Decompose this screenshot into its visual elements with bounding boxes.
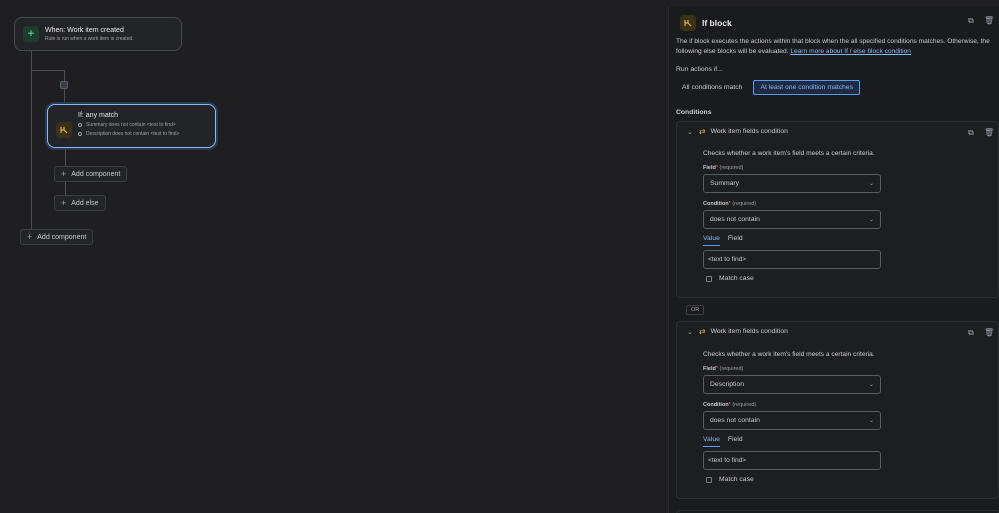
condition-required: (required): [732, 201, 757, 207]
value-tabs: Value Field: [703, 235, 998, 246]
if-card-condition-text: Description does not contain <text to fi…: [86, 131, 180, 137]
plus-icon: +: [61, 198, 67, 208]
outer-add-component-label: Add component: [37, 233, 87, 241]
condition-select-value: does not contain: [710, 417, 760, 424]
all-conditions-option[interactable]: All conditions match: [676, 80, 748, 95]
plus-icon: +: [23, 26, 39, 42]
value-input-text: <text to find>: [708, 457, 747, 464]
or-separator: OR: [686, 305, 705, 315]
trash-icon[interactable]: 🗑: [984, 17, 994, 25]
inner-add-component-button[interactable]: + Add component: [54, 166, 128, 182]
if-card-title: If: any match: [78, 112, 119, 119]
value-input[interactable]: <text to find>: [703, 451, 881, 470]
chevron-down-icon: ⌄: [868, 418, 874, 424]
if-block-card[interactable]: If: any match Summary does not contain <…: [47, 104, 216, 148]
run-actions-toggle: All conditions match At least one condit…: [676, 80, 861, 95]
plus-icon: +: [61, 169, 67, 179]
branch-icon: [680, 15, 696, 31]
condition-label-text: Condition: [703, 402, 729, 408]
connector-line: [31, 51, 32, 236]
match-case-row: Match case: [703, 275, 998, 282]
if-card-condition: Summary does not contain <text to find>: [78, 122, 179, 128]
trash-icon[interactable]: 🗑: [984, 129, 994, 137]
learn-more-link[interactable]: Learn more about If / else block conditi…: [790, 48, 911, 55]
field-select-value: Summary: [710, 180, 740, 187]
value-input[interactable]: <text to find>: [703, 250, 881, 269]
field-label-text: Field: [703, 165, 716, 171]
condition-name: Work item fields condition: [710, 328, 788, 335]
trigger-card[interactable]: + When: Work item created Rule is run wh…: [14, 17, 182, 51]
panel-description: The if block executes the actions within…: [676, 37, 994, 56]
field-required: (required): [719, 366, 744, 372]
chevron-down-icon[interactable]: ⌄: [687, 128, 693, 136]
chevron-down-icon: ⌄: [868, 382, 874, 388]
chevron-down-icon: ⌄: [868, 217, 874, 223]
field-select[interactable]: Description ⌄: [703, 375, 881, 394]
tab-field[interactable]: Field: [728, 235, 743, 246]
trash-icon[interactable]: 🗑: [984, 329, 994, 337]
tab-value[interactable]: Value: [703, 436, 720, 447]
branch-icon: [56, 122, 72, 138]
match-case-label: Match case: [719, 476, 754, 483]
inner-add-component-label: Add component: [71, 170, 121, 178]
chevron-down-icon[interactable]: ⌄: [687, 328, 693, 336]
duplicate-icon[interactable]: ⧉: [968, 129, 976, 137]
any-condition-option[interactable]: At least one condition matches: [753, 80, 861, 95]
swap-icon: ⇄: [698, 327, 706, 336]
rule-canvas: + When: Work item created Rule is run wh…: [0, 0, 668, 513]
panel-header: If block: [680, 15, 732, 31]
connector-line: [31, 70, 65, 71]
conditions-heading: Conditions: [676, 109, 712, 116]
duplicate-icon[interactable]: ⧉: [968, 329, 976, 337]
condition-label: Condition* (required): [703, 402, 757, 408]
condition-name: Work item fields condition: [710, 128, 788, 135]
plus-icon: +: [27, 232, 33, 242]
match-case-label: Match case: [719, 275, 754, 282]
if-card-condition: Description does not contain <text to fi…: [78, 131, 179, 137]
field-select-value: Description: [710, 381, 744, 388]
condition-select[interactable]: does not contain ⌄: [703, 210, 881, 229]
connector-joint[interactable]: [60, 81, 68, 89]
trigger-subtitle: Rule is run when a work item is created.: [45, 35, 134, 42]
add-else-button[interactable]: + Add else: [54, 195, 106, 211]
add-else-label: Add else: [71, 199, 99, 207]
chevron-down-icon: ⌄: [868, 181, 874, 187]
tab-value[interactable]: Value: [703, 235, 720, 246]
duplicate-icon[interactable]: ⧉: [968, 17, 976, 25]
panel-title: If block: [702, 18, 732, 28]
field-select[interactable]: Summary ⌄: [703, 174, 881, 193]
tab-field[interactable]: Field: [728, 436, 743, 447]
match-case-checkbox[interactable]: [706, 275, 712, 282]
field-label: Field* (required): [703, 165, 744, 171]
run-actions-label: Run actions if...: [676, 66, 723, 73]
field-label-text: Field: [703, 366, 716, 372]
condition-select-value: does not contain: [710, 216, 760, 223]
condition-card: ⌄ ⇄ Work item fields condition ⧉ 🗑 Check…: [676, 321, 999, 499]
condition-label: Condition* (required): [703, 201, 757, 207]
swap-icon: ⇄: [698, 127, 706, 136]
value-tabs: Value Field: [703, 436, 998, 447]
condition-label-text: Condition: [703, 201, 729, 207]
if-card-condition-text: Summary does not contain <text to find>: [86, 122, 176, 128]
condition-required: (required): [732, 402, 757, 408]
match-case-checkbox[interactable]: [706, 476, 712, 483]
condition-select[interactable]: does not contain ⌄: [703, 411, 881, 430]
field-required: (required): [719, 165, 744, 171]
match-case-row: Match case: [703, 476, 998, 483]
if-block-panel: If block ⧉ 🗑 The if block executes the a…: [668, 7, 999, 513]
field-label: Field* (required): [703, 366, 744, 372]
value-input-text: <text to find>: [708, 256, 747, 263]
trigger-title: When: Work item created: [45, 26, 124, 34]
condition-description: Checks whether a work item's field meets…: [703, 150, 875, 157]
condition-card: ⌄ ⇄ Work item fields condition ⧉ 🗑 Check…: [676, 121, 999, 298]
outer-add-component-button[interactable]: + Add component: [20, 229, 94, 245]
condition-description: Checks whether a work item's field meets…: [703, 351, 875, 358]
